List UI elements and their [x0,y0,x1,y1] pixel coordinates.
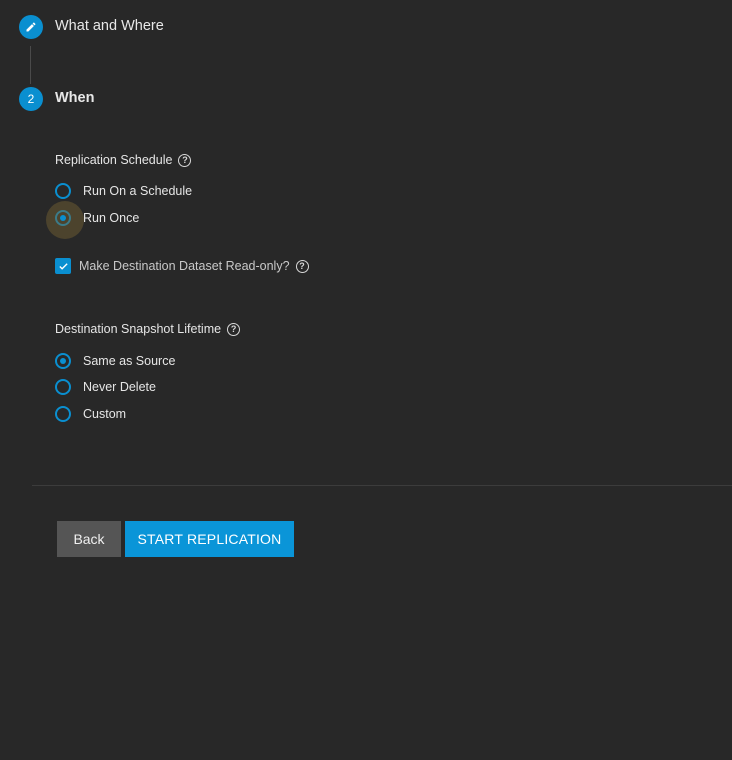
radio-run-on-schedule[interactable]: Run On a Schedule [55,181,192,201]
radio-label: Run Once [83,211,140,225]
radio-label: Same as Source [83,354,176,368]
radio-never-delete[interactable]: Never Delete [55,377,156,397]
step-2-indicator[interactable]: 2 [19,87,43,111]
focus-ripple [46,201,84,239]
read-only-checkbox-row[interactable]: Make Destination Dataset Read-only? ? [55,257,309,275]
snapshot-lifetime-label-text: Destination Snapshot Lifetime [55,322,222,336]
help-icon[interactable]: ? [178,153,192,167]
replication-wizard: What and Where 2 When Replication Schedu… [0,0,732,760]
radio-button[interactable] [55,353,71,369]
checkmark-icon [58,262,68,270]
radio-button[interactable] [55,406,71,422]
radio-label: Run On a Schedule [83,184,193,198]
divider [32,485,732,486]
read-only-label: Make Destination Dataset Read-only? [79,259,290,273]
help-icon[interactable]: ? [295,259,309,273]
snapshot-lifetime-label: Destination Snapshot Lifetime ? [55,322,241,336]
back-button[interactable]: Back [57,521,121,557]
radio-run-once[interactable]: Run Once [46,201,140,239]
radio-button[interactable] [55,379,71,395]
help-icon[interactable]: ? [227,322,241,336]
radio-custom[interactable]: Custom [55,404,126,424]
radio-same-as-source[interactable]: Same as Source [55,351,175,371]
radio-label: Custom [83,407,127,421]
step-connector [30,46,31,84]
radio-label: Never Delete [83,380,156,394]
radio-button[interactable] [46,201,84,239]
replication-schedule-label: Replication Schedule ? [55,153,192,167]
read-only-checkbox[interactable] [55,258,71,274]
radio-button[interactable] [55,183,71,199]
start-replication-button[interactable]: START REPLICATION [125,521,294,557]
step-1-title[interactable]: What and Where [55,18,164,34]
step-1-indicator[interactable] [19,15,43,39]
step-2-title[interactable]: When [55,90,94,106]
pencil-icon [26,22,36,32]
replication-schedule-label-text: Replication Schedule [55,153,173,167]
